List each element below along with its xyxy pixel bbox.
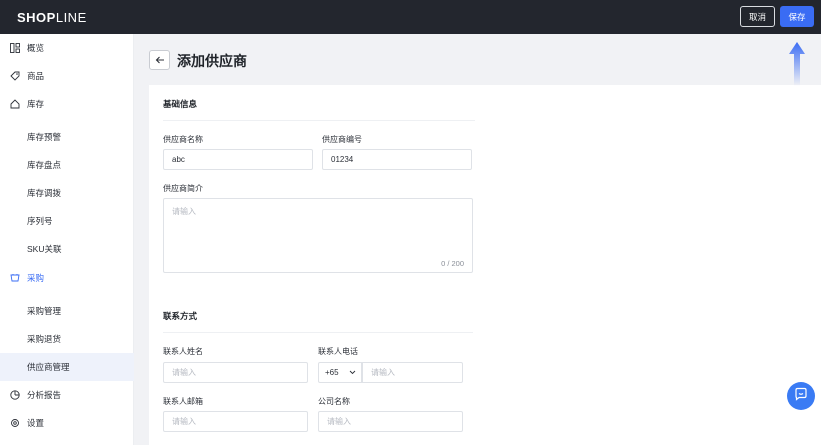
company-name-input[interactable]: 请输入 — [318, 411, 463, 432]
sidebar-item-label: 商品 — [27, 71, 45, 81]
page-title: 添加供应商 — [177, 53, 247, 69]
supplier-intro-label: 供应商简介 — [163, 184, 203, 193]
sidebar-item-transfer[interactable]: 库存调拨 — [0, 179, 134, 207]
logo-light: LINE — [55, 10, 87, 25]
sidebar-item-label: 采购 — [27, 273, 45, 283]
contact-name-label: 联系人姓名 — [163, 347, 203, 356]
sidebar-item-inventory[interactable]: 库存 — [0, 90, 134, 118]
phone-code-value: +65 — [325, 368, 339, 377]
sidebar-item-supplier-manage[interactable]: 供应商管理 — [0, 353, 134, 381]
sidebar-item-label: 序列号 — [27, 216, 53, 226]
sidebar-item-sku-link[interactable]: SKU关联 — [0, 235, 134, 263]
char-counter: 0 / 200 — [441, 259, 464, 268]
sidebar-item-label: 库存调拨 — [27, 188, 62, 198]
sidebar-item-serial[interactable]: 序列号 — [0, 207, 134, 235]
gear-icon — [10, 418, 20, 428]
chat-bubble-icon — [794, 387, 808, 406]
home-icon — [10, 99, 20, 109]
supplier-name-label: 供应商名称 — [163, 135, 203, 144]
grid-icon — [10, 43, 20, 53]
back-button[interactable] — [149, 50, 170, 70]
contact-name-input[interactable]: 请输入 — [163, 362, 308, 383]
sidebar-item-stock-alert[interactable]: 库存预警 — [0, 123, 134, 151]
sidebar-item-purchase-manage[interactable]: 采购管理 — [0, 297, 134, 325]
contact-phone-label: 联系人电话 — [318, 347, 358, 356]
section-title: 联系方式 — [163, 311, 198, 321]
contact-info-card: 联系方式 联系人姓名 请输入 联系人电话 +65 请输入 联系人邮箱 请输入 公… — [149, 297, 821, 445]
sidebar-item-label: 采购退货 — [27, 334, 62, 344]
sidebar-item-purchase-return[interactable]: 采购退货 — [0, 325, 134, 353]
supplier-intro-textarea[interactable]: 请输入 0 / 200 — [163, 198, 473, 273]
top-bar: SHOPLINE 取消 保存 — [0, 0, 821, 34]
contact-email-input[interactable]: 请输入 — [163, 411, 308, 432]
pie-chart-icon — [10, 390, 20, 400]
sidebar-item-label: 采购管理 — [27, 306, 62, 316]
sidebar-item-stocktake[interactable]: 库存盘点 — [0, 151, 134, 179]
sidebar-item-label: 概览 — [27, 43, 45, 53]
divider — [163, 120, 475, 121]
main-content: 添加供应商 基础信息 供应商名称 abc 供应商编号 01234 供应商简介 请… — [134, 34, 821, 445]
company-name-label: 公司名称 — [318, 397, 350, 406]
sidebar-item-label: 设置 — [27, 418, 45, 428]
arrow-up-icon — [787, 40, 807, 88]
chat-button[interactable] — [787, 382, 815, 410]
sidebar-item-label: 分析报告 — [27, 390, 62, 400]
sidebar-item-label: 库存 — [27, 99, 45, 109]
tag-icon — [10, 71, 20, 81]
cancel-button[interactable]: 取消 — [740, 6, 775, 27]
section-title: 基础信息 — [163, 99, 198, 109]
sidebar-item-label: 库存盘点 — [27, 160, 62, 170]
contact-phone-input[interactable]: 请输入 — [362, 362, 463, 383]
sidebar-item-label: 库存预警 — [27, 132, 62, 142]
sidebar-item-settings[interactable]: 设置 — [0, 409, 134, 437]
divider — [163, 332, 473, 333]
supplier-code-label: 供应商编号 — [322, 135, 362, 144]
save-button[interactable]: 保存 — [780, 6, 814, 27]
sidebar-item-purchase[interactable]: 采购 — [0, 264, 134, 292]
logo-bold: SHOP — [17, 10, 56, 25]
sidebar-item-label: 供应商管理 — [27, 362, 70, 372]
chevron-down-icon — [349, 369, 356, 378]
arrow-left-icon — [155, 51, 165, 69]
sidebar: 概览 商品 库存 库存预警 库存盘点 库存调拨 序列号 SKU关联 采购 采购管… — [0, 34, 134, 445]
shopline-logo: SHOPLINE — [17, 10, 87, 25]
basket-icon — [10, 273, 20, 283]
sidebar-item-label: SKU关联 — [27, 244, 62, 254]
basic-info-card: 基础信息 供应商名称 abc 供应商编号 01234 供应商简介 请输入 0 /… — [149, 85, 821, 318]
sidebar-item-reports[interactable]: 分析报告 — [0, 381, 134, 409]
phone-code-select[interactable]: +65 — [318, 362, 362, 383]
sidebar-item-products[interactable]: 商品 — [0, 62, 134, 90]
contact-email-label: 联系人邮箱 — [163, 397, 203, 406]
sidebar-item-overview[interactable]: 概览 — [0, 34, 134, 62]
supplier-name-input[interactable]: abc — [163, 149, 313, 170]
textarea-placeholder: 请输入 — [172, 207, 196, 216]
supplier-code-input[interactable]: 01234 — [322, 149, 472, 170]
